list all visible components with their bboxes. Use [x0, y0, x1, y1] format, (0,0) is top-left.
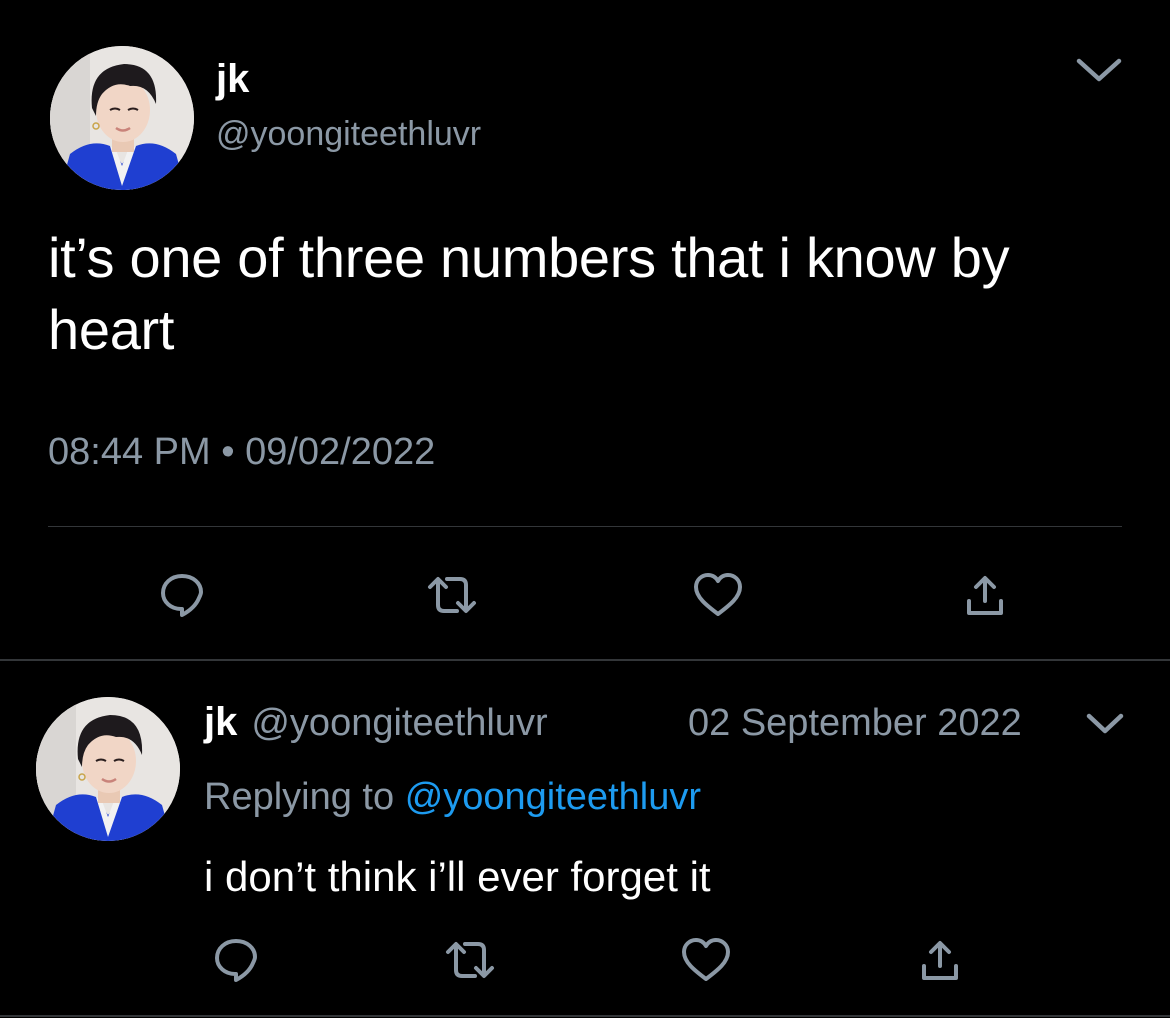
tweet-text: it’s one of three numbers that i know by… [48, 226, 1010, 361]
replying-to: Replying to @yoongiteethluvr [204, 774, 701, 820]
share-icon [967, 576, 1003, 615]
retweet-button[interactable] [440, 930, 500, 990]
tweet-date: 09/02/2022 [245, 431, 436, 473]
share-button[interactable] [910, 930, 970, 990]
reply-icon [215, 939, 257, 982]
divider [0, 1015, 1170, 1017]
author-name[interactable]: jk [204, 700, 237, 745]
divider [48, 526, 1122, 527]
replying-to-mention-link[interactable]: @yoongiteethluvr [405, 776, 701, 818]
author-name[interactable]: jk [216, 56, 249, 102]
heart-icon [694, 573, 742, 616]
reply-header: jk @yoongiteethluvr [204, 700, 548, 746]
more-options-chevron-down-icon[interactable] [1074, 54, 1124, 86]
divider [0, 659, 1170, 661]
reply-icon [161, 574, 203, 617]
tweet-time: 08:44 PM [48, 431, 211, 473]
reply-text: i don’t think i’ll ever forget it [204, 853, 711, 900]
author-handle[interactable]: @yoongiteethluvr [251, 702, 547, 745]
like-button[interactable] [688, 565, 748, 625]
author-handle[interactable]: @yoongiteethluvr [216, 114, 481, 154]
like-button[interactable] [676, 930, 736, 990]
reply-date[interactable]: 02 September 2022 [688, 700, 1022, 746]
timestamp-separator: • [221, 431, 235, 473]
avatar[interactable] [50, 46, 194, 190]
share-icon [922, 941, 958, 980]
heart-icon [682, 938, 730, 981]
retweet-button[interactable] [422, 565, 482, 625]
replying-to-label: Replying to [204, 776, 395, 818]
retweet-icon [428, 577, 476, 613]
reply-button[interactable] [206, 930, 266, 990]
avatar-image [36, 697, 180, 841]
share-button[interactable] [955, 565, 1015, 625]
reply-button[interactable] [152, 565, 212, 625]
tweet-timestamp[interactable]: 08:44 PM • 09/02/2022 [48, 429, 435, 475]
more-options-chevron-down-icon[interactable] [1084, 710, 1126, 738]
reply-avatar[interactable] [36, 697, 180, 841]
avatar-image [50, 46, 194, 190]
retweet-icon [446, 942, 494, 978]
